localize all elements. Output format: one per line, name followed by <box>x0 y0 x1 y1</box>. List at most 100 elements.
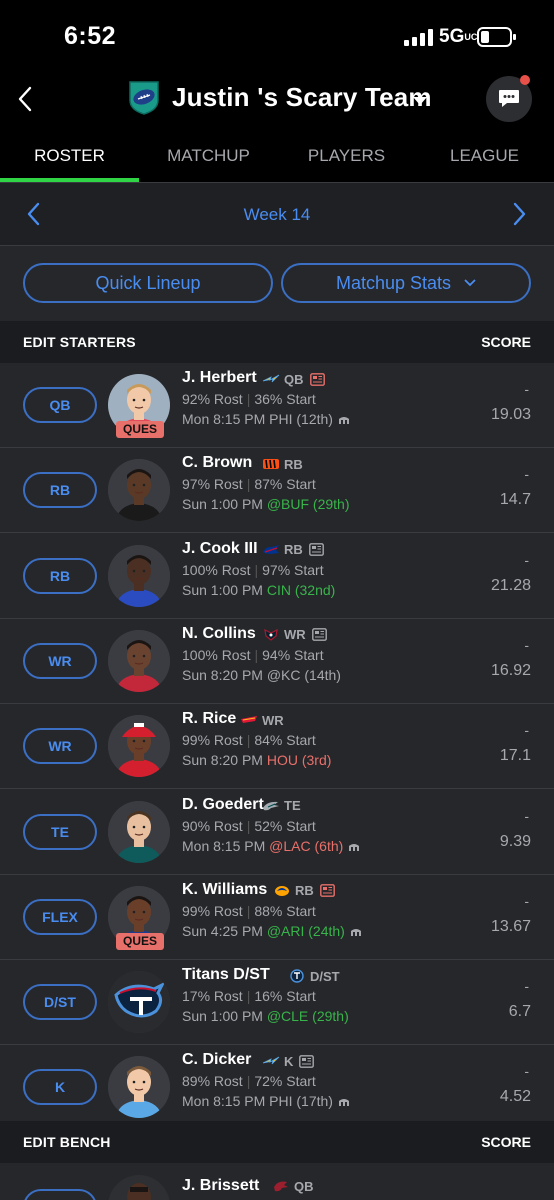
start-pct: 72% Start <box>254 1073 316 1090</box>
divider: | <box>246 817 251 834</box>
starter-row[interactable]: QB QUES J. Herbert QB 92% Rost | 36% Start Mon … <box>0 363 554 448</box>
player-name[interactable]: J. Cook III <box>182 540 258 558</box>
back-icon[interactable] <box>14 84 38 114</box>
app-header: Justin 's Scary Team ROSTER MATCHUP PLAY… <box>0 74 554 182</box>
player-headshot <box>108 971 170 1034</box>
network-label: 5GUC <box>439 26 478 47</box>
team-name[interactable]: Justin 's Scary Team <box>172 82 432 113</box>
player-name[interactable]: Titans D/ST <box>182 966 270 984</box>
slot-pill[interactable]: K <box>23 1069 97 1106</box>
player-name[interactable]: D. Goedert <box>182 796 264 814</box>
starters-header: EDIT STARTERS SCORE <box>0 321 554 363</box>
slot-pill[interactable]: RB <box>23 472 97 509</box>
divider: | <box>246 732 251 749</box>
player-position: RB <box>284 542 303 558</box>
starter-row[interactable]: WR N. Collins WR 100% Rost | 94% Start Sun 8:2… <box>0 618 554 704</box>
slot-pill[interactable]: TE <box>23 813 97 850</box>
battery-icon <box>477 27 516 47</box>
matchup-stats-label: Matchup Stats <box>335 273 452 293</box>
news-icon[interactable] <box>311 628 327 642</box>
bench-title[interactable]: EDIT BENCH <box>23 1134 111 1150</box>
news-alert-icon[interactable] <box>319 884 335 898</box>
tab-roster[interactable]: ROSTER <box>0 146 139 166</box>
starter-row[interactable]: TE D. Goedert TE 90% Rost | 52% Start Mon 8:15… <box>0 789 554 875</box>
rost-pct: 17% Rost <box>182 988 243 1005</box>
chat-icon <box>499 90 519 107</box>
projected-score: 17.1 <box>499 747 531 765</box>
opponent: @ARI (24th) <box>266 922 345 939</box>
player-name[interactable]: J. Brissett <box>182 1177 259 1195</box>
news-icon[interactable] <box>308 543 324 556</box>
player-name[interactable]: K. Williams <box>182 881 267 899</box>
week-label[interactable]: Week 14 <box>0 205 554 225</box>
player-ownership: 17% Rost | 16% Start <box>182 988 316 1004</box>
opponent: CIN (32nd) <box>266 581 336 598</box>
quick-lineup-button[interactable]: Quick Lineup <box>23 263 273 303</box>
matchup-stats-button[interactable]: Matchup Stats <box>281 263 531 303</box>
actual-score: - <box>524 466 529 483</box>
divider: | <box>254 561 259 578</box>
player-headshot-image <box>108 629 170 692</box>
eagles-icon <box>263 801 279 810</box>
starter-row[interactable]: RB J. Cook III RB 100% Rost | 97% Start Sun 1:… <box>0 533 554 619</box>
player-name[interactable]: J. Herbert <box>182 369 257 387</box>
actual-score: - <box>524 722 529 739</box>
bench-player-info: QB <box>272 1178 314 1194</box>
news-icon[interactable] <box>299 1054 315 1068</box>
player-team-position: WR <box>240 712 284 728</box>
chevron-right-icon[interactable] <box>511 202 527 226</box>
rost-pct: 99% Rost <box>182 732 243 749</box>
week-selector: Week 14 <box>0 182 554 246</box>
player-position: WR <box>284 627 306 643</box>
rams-icon <box>275 885 289 896</box>
starter-row[interactable]: WR R. Rice WR 99% Rost | 84% Start Sun 8:20 PM… <box>0 704 554 790</box>
player-team-position: RB <box>262 542 324 558</box>
bench-slot-pill[interactable] <box>23 1189 97 1200</box>
starter-row[interactable]: K C. Dicker K 89% Rost | 72% Start Mon 8:15 PM… <box>0 1045 554 1131</box>
slot-pill[interactable]: D/ST <box>23 984 97 1021</box>
player-name[interactable]: N. Collins <box>182 625 256 643</box>
signal-icon <box>404 29 433 46</box>
starter-row[interactable]: FLEX QUES K. Williams RB 99% Rost | 88% Start S… <box>0 874 554 960</box>
player-game: Sun 8:20 PM @KC (14th) <box>182 667 341 683</box>
player-headshot <box>108 1056 170 1119</box>
news-alert-icon[interactable] <box>309 372 325 386</box>
player-ownership: 90% Rost | 52% Start <box>182 818 316 834</box>
player-position: WR <box>262 712 284 728</box>
chevron-down-icon[interactable] <box>412 96 428 106</box>
player-ownership: 92% Rost | 36% Start <box>182 391 316 407</box>
projected-score: 21.28 <box>490 576 531 594</box>
slot-pill[interactable]: WR <box>23 642 97 679</box>
starters-title[interactable]: EDIT STARTERS <box>23 334 136 350</box>
opponent: @BUF (29th) <box>266 496 350 513</box>
opponent: @LAC (6th) <box>269 837 344 854</box>
starter-row[interactable]: D/ST Titans D/ST D/ST 17% Rost | 16% Start Sun… <box>0 960 554 1046</box>
slot-pill[interactable]: FLEX <box>23 898 97 935</box>
rost-pct: 100% Rost <box>182 561 251 578</box>
player-game: Sun 4:25 PM @ARI (24th) <box>182 923 362 939</box>
start-pct: 88% Start <box>254 902 316 919</box>
starter-row[interactable]: RB C. Brown RB 97% Rost | 87% Start Sun 1:00 P… <box>0 448 554 534</box>
tab-players[interactable]: PLAYERS <box>277 146 416 166</box>
slot-pill[interactable]: RB <box>23 557 97 594</box>
bengals-icon <box>263 459 279 470</box>
player-name[interactable]: C. Brown <box>182 454 252 472</box>
game-time: Mon 8:15 PM <box>182 837 266 854</box>
bench-row[interactable]: J. Brissett QB <box>0 1163 554 1200</box>
projected-score: 14.7 <box>499 491 531 509</box>
start-pct: 94% Start <box>262 646 324 663</box>
player-game: Mon 8:15 PM PHI (17th) <box>182 1093 350 1109</box>
slot-pill[interactable]: WR <box>23 728 97 765</box>
player-name[interactable]: C. Dicker <box>182 1051 251 1069</box>
player-headshot <box>108 1175 170 1200</box>
opponent: PHI (12th) <box>269 411 333 427</box>
player-position: RB <box>284 456 303 472</box>
tab-matchup[interactable]: MATCHUP <box>139 146 278 166</box>
opponent: @CLE (29th) <box>266 1008 349 1025</box>
player-name[interactable]: R. Rice <box>182 710 236 728</box>
bench-header: EDIT BENCH SCORE <box>0 1121 554 1163</box>
player-game: Sun 1:00 PM CIN (32nd) <box>182 582 335 598</box>
slot-pill[interactable]: QB <box>23 387 97 423</box>
tab-league[interactable]: LEAGUE <box>415 146 554 166</box>
projected-score: 6.7 <box>508 1003 531 1021</box>
